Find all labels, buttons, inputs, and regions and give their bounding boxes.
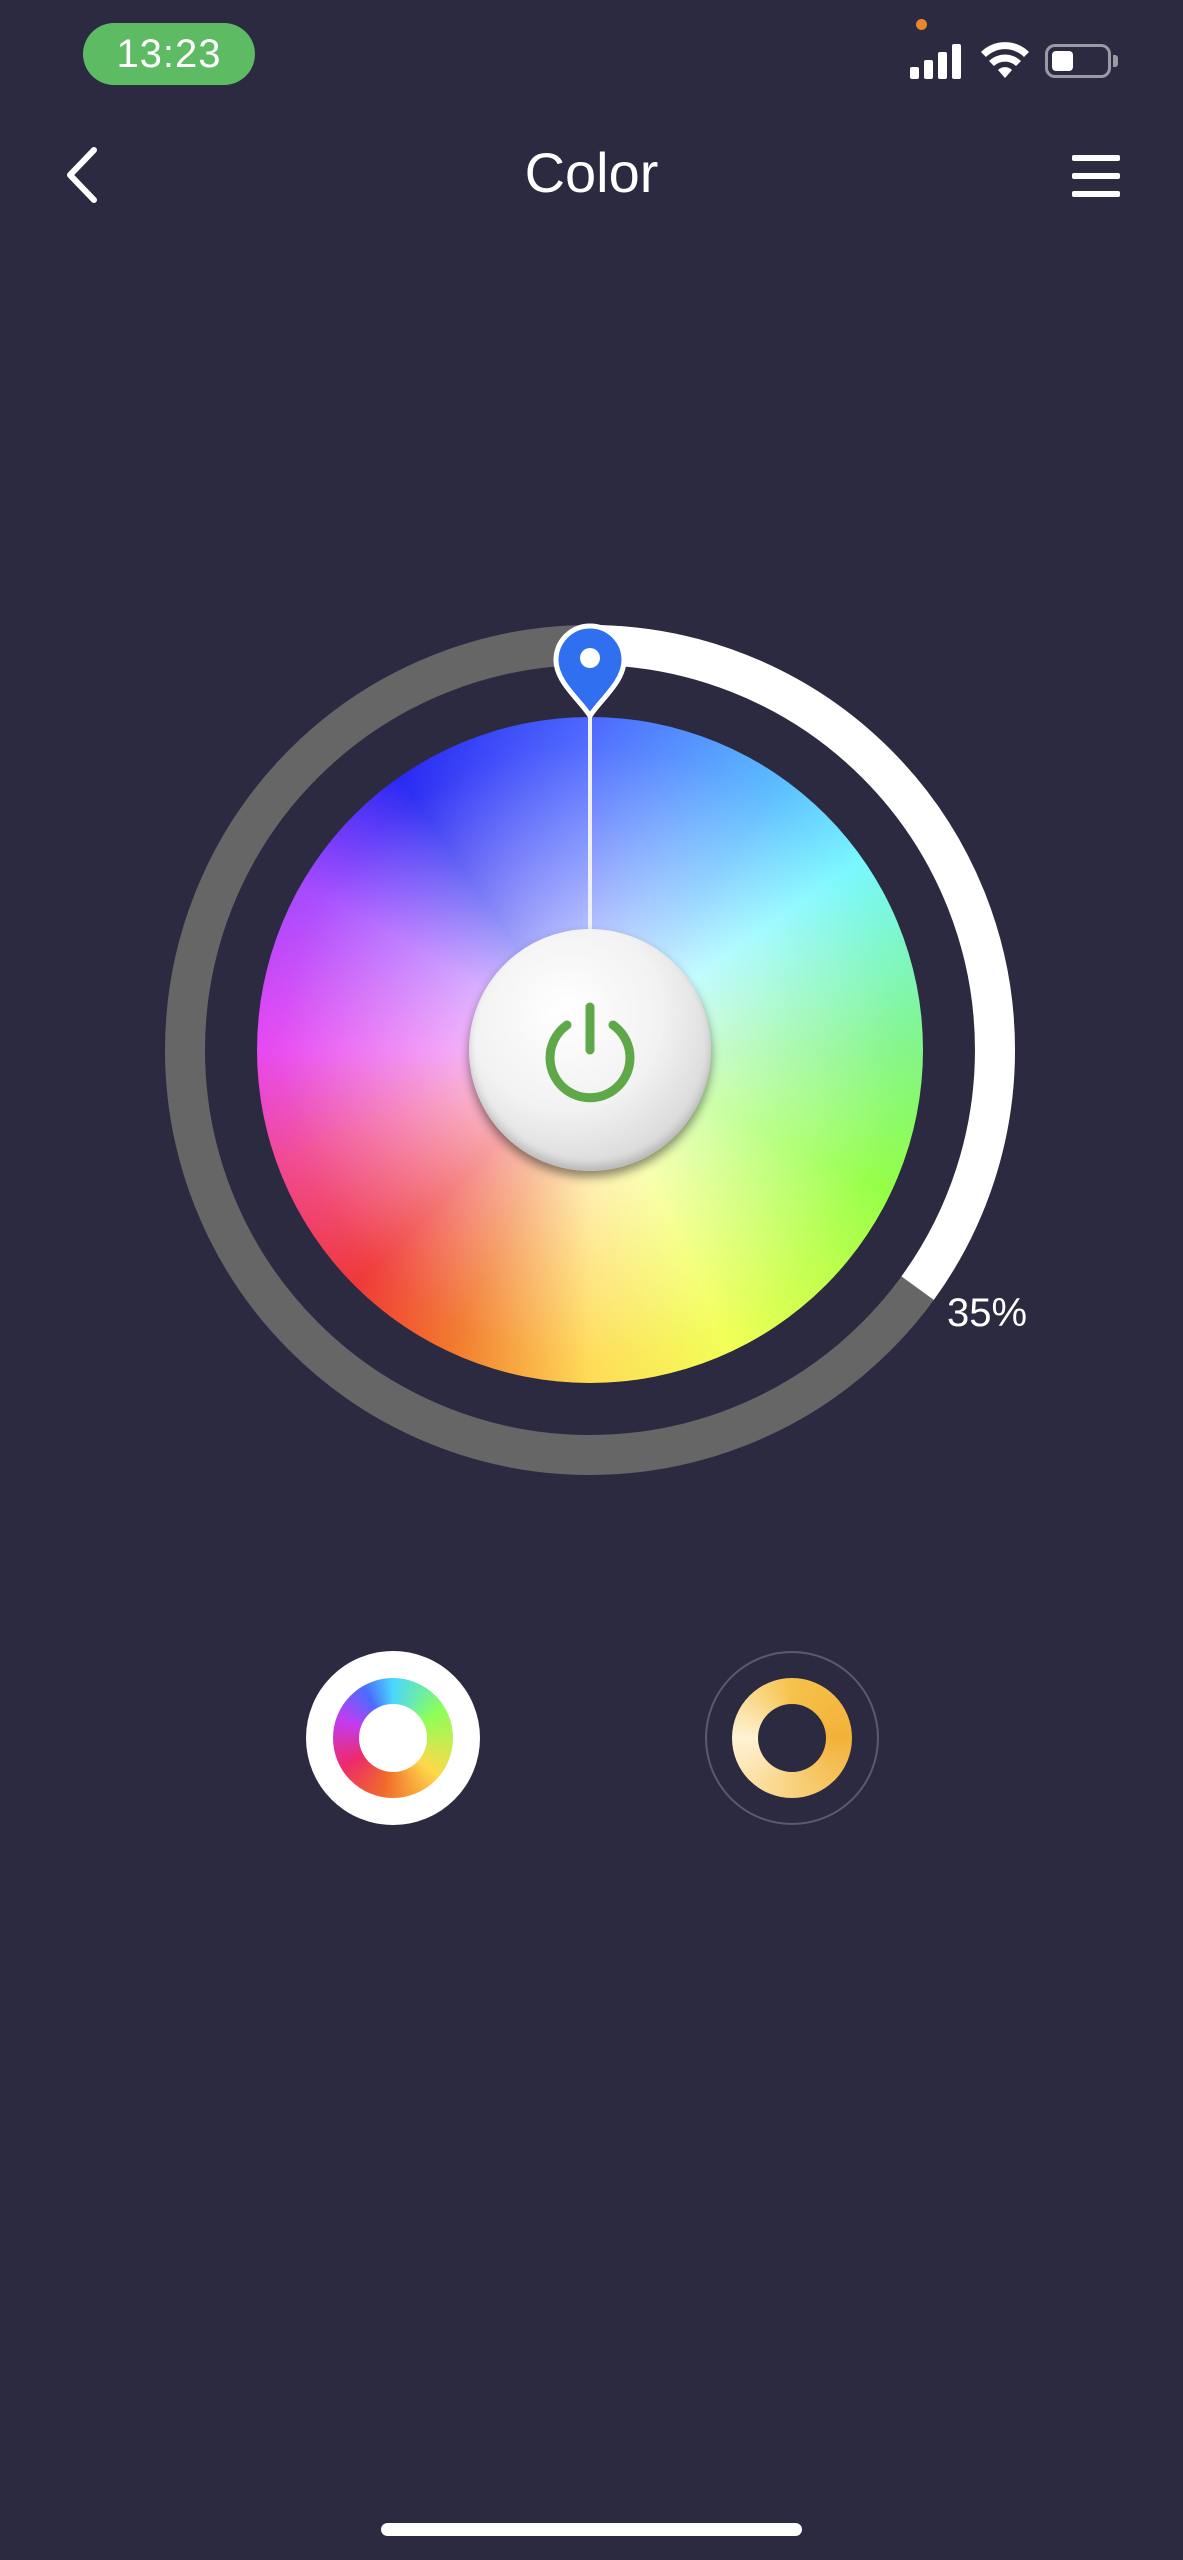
- battery-icon: [1045, 44, 1121, 80]
- white-mode-button[interactable]: [705, 1651, 879, 1825]
- warm-white-wheel-icon: [732, 1678, 852, 1798]
- menu-button[interactable]: [1072, 155, 1120, 197]
- status-time-label: 13:23: [116, 31, 222, 76]
- page-title: Color: [524, 141, 659, 204]
- status-time: 13:23: [83, 23, 255, 85]
- power-icon: [545, 1002, 635, 1103]
- power-button[interactable]: [469, 929, 711, 1171]
- color-wheel-icon: [333, 1678, 453, 1798]
- home-indicator[interactable]: [381, 2523, 802, 2536]
- cellular-signal-icon: [910, 43, 962, 79]
- hamburger-menu-icon: [1072, 155, 1120, 161]
- hue-selector-line: [588, 708, 592, 953]
- mic-indicator-dot: [916, 19, 927, 30]
- color-mode-button[interactable]: [306, 1651, 480, 1825]
- brightness-percent-label: 35%: [947, 1291, 1028, 1335]
- hue-selector-pin[interactable]: [550, 620, 630, 720]
- color-wheel-control[interactable]: [160, 620, 1020, 1480]
- wifi-icon: [981, 42, 1029, 78]
